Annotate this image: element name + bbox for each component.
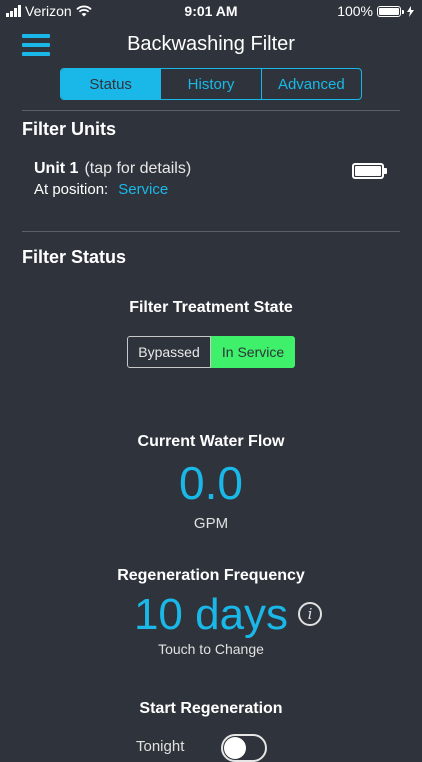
- regen-frequency-label: Regeneration Frequency: [117, 567, 305, 584]
- start-regen-label: Start Regeneration: [139, 700, 283, 717]
- divider: [22, 231, 400, 232]
- unit-row[interactable]: Unit 1 (tap for details): [34, 160, 394, 178]
- segmented-tabs: Status History Advanced: [60, 68, 362, 100]
- battery-percent: 100%: [337, 3, 373, 19]
- regen-touch-hint: Touch to Change: [158, 641, 264, 657]
- regen-frequency-row: 10 days: [0, 590, 422, 640]
- state-in-service-button[interactable]: In Service: [211, 336, 295, 368]
- filter-status-heading: Filter Status: [22, 247, 127, 267]
- treatment-state-label: Filter Treatment State: [129, 299, 293, 316]
- page-title: Backwashing Filter: [127, 33, 295, 55]
- tonight-label: Tonight: [136, 738, 185, 755]
- water-flow-value: 0.0: [179, 457, 243, 509]
- treatment-state-toggle: Bypassed In Service: [127, 336, 295, 368]
- tonight-toggle-switch[interactable]: [221, 734, 267, 762]
- toggle-knob: [224, 737, 246, 759]
- tab-status[interactable]: Status: [61, 69, 162, 99]
- unit-hint: (tap for details): [84, 160, 192, 177]
- regen-frequency-value[interactable]: 10 days: [134, 590, 288, 639]
- state-bypassed-button[interactable]: Bypassed: [127, 336, 211, 368]
- status-bar-right: 100%: [337, 3, 414, 19]
- battery-full-icon: [352, 163, 387, 179]
- filter-units-heading: Filter Units: [22, 119, 117, 139]
- water-flow-label: Current Water Flow: [137, 433, 285, 450]
- charging-bolt-icon: [407, 5, 414, 17]
- tab-history[interactable]: History: [161, 69, 262, 99]
- position-value[interactable]: Service: [118, 181, 168, 198]
- unit-name: Unit 1: [34, 160, 79, 177]
- info-icon[interactable]: i: [298, 602, 322, 626]
- tab-advanced[interactable]: Advanced: [262, 69, 361, 99]
- position-row: At position: Service: [34, 181, 168, 198]
- water-flow-unit: GPM: [193, 515, 229, 532]
- divider: [22, 110, 400, 111]
- app-header: Backwashing Filter: [0, 28, 422, 64]
- status-bar: Verizon 9:01 AM 100%: [0, 0, 422, 24]
- battery-icon: [377, 5, 404, 17]
- position-label: At position:: [34, 181, 109, 198]
